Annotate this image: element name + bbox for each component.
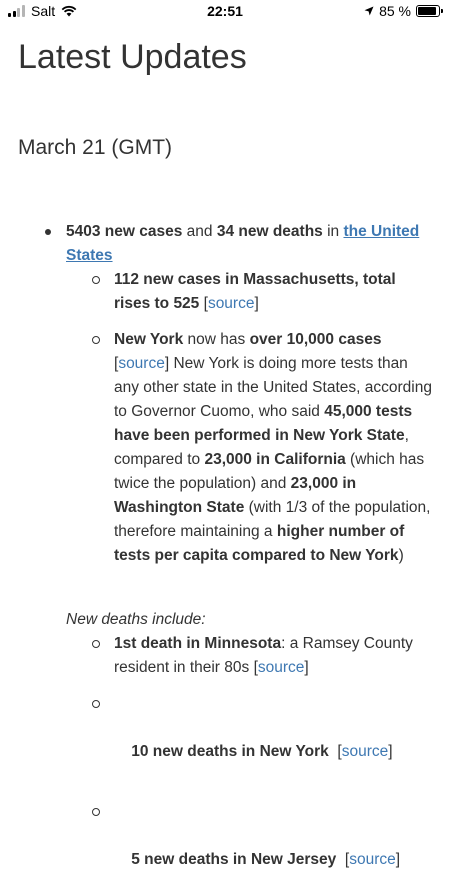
location-arrow-icon bbox=[364, 6, 374, 16]
list-item: 5403 new cases and 34 new deaths in the … bbox=[0, 220, 450, 268]
source-link[interactable]: source bbox=[208, 295, 255, 312]
source-link[interactable]: source bbox=[342, 743, 389, 760]
bullet-icon bbox=[45, 229, 51, 235]
list-item: 1st death in Minnesota: a Ramsey County … bbox=[0, 632, 450, 680]
battery-percent: 85 % bbox=[379, 3, 411, 19]
sub-bullet-icon bbox=[92, 640, 100, 648]
new-deaths-label: New deaths include: bbox=[66, 611, 206, 628]
battery-icon bbox=[416, 5, 443, 17]
source-link[interactable]: source bbox=[258, 659, 305, 676]
list-item: 10 new deaths in New York [source] bbox=[0, 692, 450, 788]
cases-count: 5403 new cases bbox=[66, 223, 183, 240]
source-link[interactable]: source bbox=[118, 355, 165, 372]
list-item: 5 new deaths in New Jersey [source] bbox=[0, 800, 450, 896]
status-bar: Salt 22:51 85 % bbox=[0, 0, 450, 24]
sub-bullet-icon bbox=[92, 336, 100, 344]
sub-bullet-icon bbox=[92, 808, 100, 816]
status-right: 85 % bbox=[364, 3, 443, 19]
deaths-count: 34 new deaths bbox=[216, 223, 323, 240]
sub-bullet-icon bbox=[92, 276, 100, 284]
sub-bullet-icon bbox=[92, 700, 100, 708]
list-item: New York now has over 10,000 cases [sourc… bbox=[0, 328, 450, 568]
source-link[interactable]: source bbox=[349, 851, 396, 868]
page-title: Latest Updates bbox=[18, 38, 247, 76]
list-item: 112 new cases in Massachusetts, total ri… bbox=[0, 268, 450, 316]
updates-content: 5403 new cases and 34 new deaths in the … bbox=[0, 220, 450, 896]
date-heading: March 21 (GMT) bbox=[18, 136, 173, 159]
